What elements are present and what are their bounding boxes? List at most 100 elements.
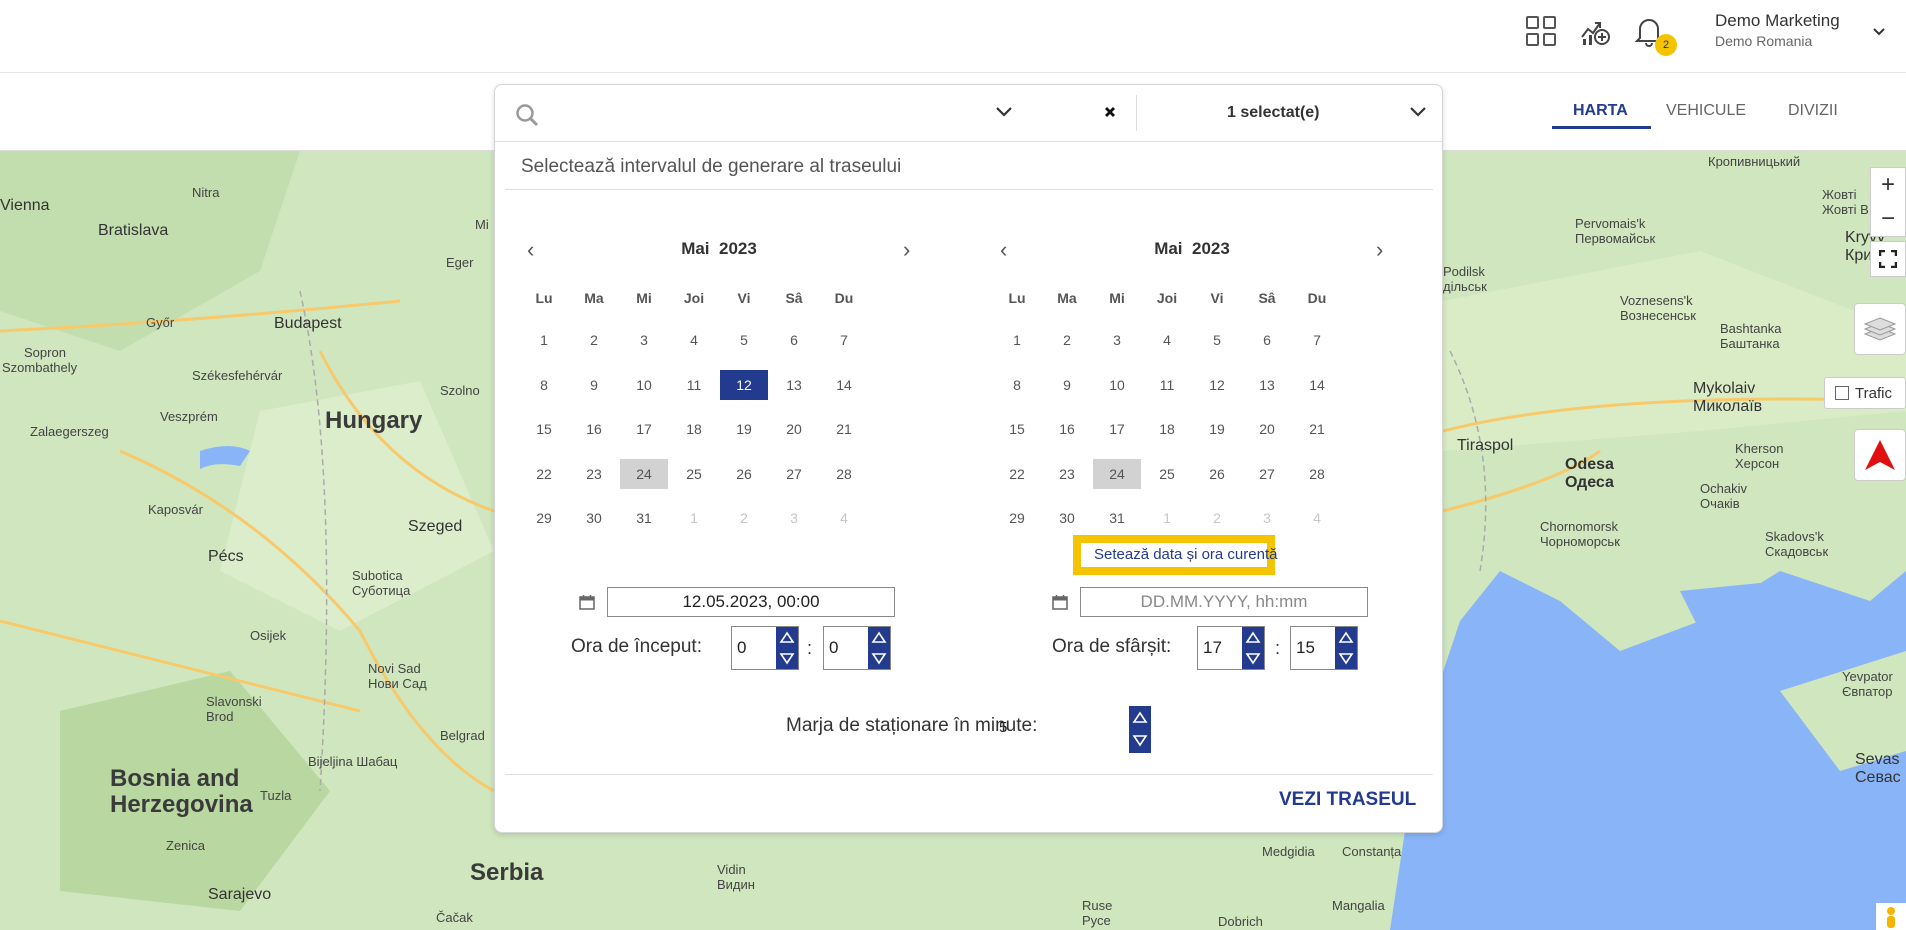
tab-divizii[interactable]: DIVIZII [1788, 102, 1838, 120]
calendar-day[interactable]: 28 [1293, 459, 1341, 489]
calendar-day[interactable]: 25 [1143, 459, 1191, 489]
end-hour-input[interactable]: 17 [1197, 626, 1265, 670]
calendar-day[interactable]: 19 [1193, 414, 1241, 444]
end-minute-spinner[interactable] [1335, 627, 1357, 669]
calendar-day[interactable]: 17 [620, 414, 668, 444]
calendar-day[interactable]: 16 [1043, 414, 1091, 444]
calendar-day[interactable]: 5 [1193, 325, 1241, 355]
fullscreen-icon[interactable] [1870, 241, 1906, 277]
calendar-day[interactable]: 22 [993, 459, 1041, 489]
close-icon[interactable] [1103, 105, 1117, 124]
set-current-datetime-button[interactable]: Setează data și ora curentă [1073, 535, 1277, 575]
calendar-day[interactable]: 29 [993, 503, 1041, 533]
calendar-day[interactable]: 26 [720, 459, 768, 489]
calendar-day[interactable]: 21 [1293, 414, 1341, 444]
calendar-day[interactable]: 14 [1293, 370, 1341, 400]
calendar-day[interactable]: 28 [820, 459, 868, 489]
zoom-in-button[interactable]: + [1881, 168, 1895, 202]
calendar-day[interactable]: 26 [1193, 459, 1241, 489]
calendar-day[interactable]: 14 [820, 370, 868, 400]
traffic-toggle[interactable]: Trafic [1824, 377, 1906, 409]
zoom-out-button[interactable]: − [1881, 202, 1895, 236]
stationary-margin-spinner[interactable] [1129, 706, 1151, 753]
calendar-day[interactable]: 30 [570, 503, 618, 533]
traffic-checkbox[interactable] [1835, 386, 1849, 400]
start-date-input[interactable]: 12.05.2023, 00:00 [607, 587, 895, 617]
chart-add-icon[interactable] [1579, 14, 1613, 48]
end-date-input[interactable]: DD.MM.YYYY, hh:mm [1080, 587, 1368, 617]
calendar-day[interactable]: 27 [1243, 459, 1291, 489]
calendar-day[interactable]: 9 [1043, 370, 1091, 400]
calendar-day: 3 [790, 510, 798, 526]
tab-vehicule[interactable]: VEHICULE [1666, 102, 1746, 120]
start-minute-input[interactable]: 0 [823, 626, 891, 670]
calendar-day[interactable]: 8 [520, 370, 568, 400]
calendar-day[interactable]: 12 [720, 369, 768, 400]
calendar-day[interactable]: 31 [1093, 503, 1141, 533]
pegman-icon[interactable] [1876, 903, 1906, 930]
calendar-day[interactable]: 4 [1143, 325, 1191, 355]
calendar-day[interactable]: 11 [1143, 370, 1191, 400]
calendar-day[interactable]: 11 [670, 370, 718, 400]
calendar-day[interactable]: 31 [620, 503, 668, 533]
calendar-day[interactable]: 23 [1043, 459, 1091, 489]
calendar-day[interactable]: 3 [620, 325, 668, 355]
calendar-day[interactable]: 4 [670, 325, 718, 355]
calendar-day[interactable]: 12 [1193, 370, 1241, 400]
end-hour-spinner[interactable] [1242, 627, 1264, 669]
calendar-day[interactable]: 9 [570, 370, 618, 400]
calendar-day[interactable]: 6 [770, 325, 818, 355]
calendar-day[interactable]: 15 [993, 414, 1041, 444]
calendar-day[interactable]: 2 [1043, 325, 1091, 355]
calendar-day[interactable]: 10 [620, 370, 668, 400]
calendar-day[interactable]: 3 [1093, 325, 1141, 355]
tab-harta[interactable]: HARTA [1573, 102, 1628, 120]
vehicle-search-input[interactable] [551, 97, 985, 129]
calendar-day[interactable]: 10 [1093, 370, 1141, 400]
calendar-day[interactable]: 21 [820, 414, 868, 444]
chevron-down-icon[interactable] [1409, 105, 1427, 123]
end-minute-input[interactable]: 15 [1290, 626, 1358, 670]
calendar-day[interactable]: 6 [1243, 325, 1291, 355]
calendar-day[interactable]: 20 [770, 414, 818, 444]
calendar-day[interactable]: 13 [770, 370, 818, 400]
calendar-day[interactable]: 19 [720, 414, 768, 444]
calendar-day[interactable]: 7 [820, 325, 868, 355]
view-route-button[interactable]: VEZI TRASEUL [1279, 789, 1416, 811]
start-hour-input[interactable]: 0 [731, 626, 799, 670]
calendar-day[interactable]: 24 [620, 458, 668, 489]
calendar-day[interactable]: 30 [1043, 503, 1091, 533]
calendar-day[interactable]: 23 [570, 459, 618, 489]
calendar-day[interactable]: 25 [670, 459, 718, 489]
next-month-icon[interactable]: › [1376, 237, 1383, 263]
navigation-arrow-icon[interactable] [1854, 429, 1906, 481]
chevron-down-icon[interactable] [995, 105, 1013, 123]
calendar-day[interactable]: 22 [520, 459, 568, 489]
calendar-day[interactable]: 29 [520, 503, 568, 533]
calendar-day[interactable]: 16 [570, 414, 618, 444]
chevron-down-icon[interactable] [1872, 24, 1886, 42]
calendar-day[interactable]: 17 [1093, 414, 1141, 444]
layers-icon[interactable] [1854, 303, 1906, 355]
calendar-day[interactable]: 27 [770, 459, 818, 489]
user-name[interactable]: Demo Marketing [1715, 11, 1840, 31]
calendar-day[interactable]: 7 [1293, 325, 1341, 355]
start-hour-spinner[interactable] [776, 627, 798, 669]
calendar-day[interactable]: 1 [520, 325, 568, 355]
start-minute-spinner[interactable] [868, 627, 890, 669]
calendar-day[interactable]: 24 [1093, 458, 1141, 489]
calendar-day[interactable]: 20 [1243, 414, 1291, 444]
grid-icon[interactable] [1524, 14, 1558, 48]
calendar-day[interactable]: 5 [720, 325, 768, 355]
calendar-day[interactable]: 18 [1143, 414, 1191, 444]
calendar-day[interactable]: 1 [993, 325, 1041, 355]
calendar-day[interactable]: 15 [520, 414, 568, 444]
map-label: Pervomais'k Первомайськ [1575, 216, 1656, 246]
selected-vehicles-dropdown[interactable]: 1 selectat(e) [1227, 104, 1320, 122]
calendar-day[interactable]: 2 [570, 325, 618, 355]
calendar-day[interactable]: 8 [993, 370, 1041, 400]
calendar-day[interactable]: 18 [670, 414, 718, 444]
calendar-day[interactable]: 13 [1243, 370, 1291, 400]
stationary-margin-value[interactable]: 5 [999, 719, 1007, 736]
next-month-icon[interactable]: › [903, 237, 910, 263]
